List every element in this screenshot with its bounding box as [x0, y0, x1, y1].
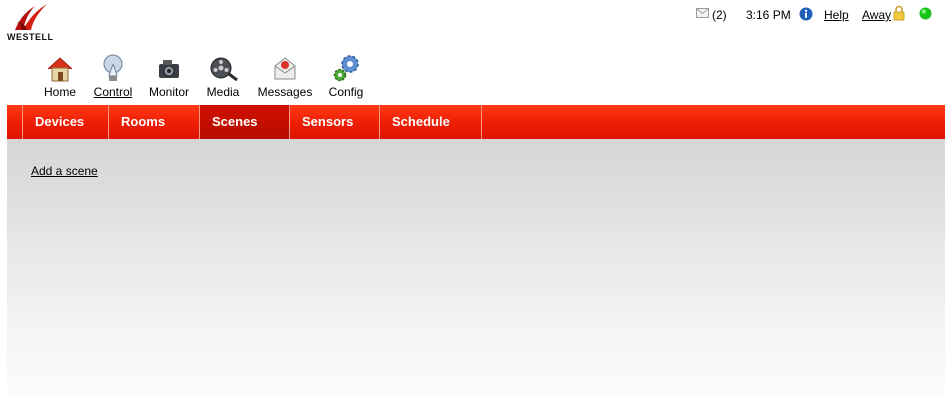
toolbar-monitor-label: Monitor — [148, 85, 189, 99]
lightbulb-icon — [103, 54, 123, 81]
tab-schedule-label: Schedule — [392, 114, 450, 129]
message-count[interactable]: (2) — [712, 8, 727, 22]
film-reel-icon — [210, 57, 238, 82]
online-status-icon — [919, 7, 932, 20]
tab-scenes-label: Scenes — [212, 114, 258, 129]
away-mode-link[interactable]: Away — [862, 8, 891, 22]
tab-scenes[interactable]: Scenes — [200, 105, 290, 139]
toolbar-monitor[interactable]: Monitor — [144, 52, 194, 100]
main-toolbar: Home Control Monitor Media Messages Conf… — [0, 52, 400, 100]
tab-sensors[interactable]: Sensors — [290, 105, 380, 139]
lock-icon[interactable] — [893, 5, 905, 21]
toolbar-home-label: Home — [43, 85, 76, 99]
status-bar: (2) 3:16 PM Help Away — [0, 5, 945, 25]
add-scene-link[interactable]: Add a scene — [31, 164, 98, 178]
tab-rooms-label: Rooms — [121, 114, 166, 129]
toolbar-messages[interactable]: Messages — [253, 52, 317, 100]
toolbar-config[interactable]: Config — [324, 52, 368, 100]
clock: 3:16 PM — [746, 8, 791, 22]
envelope-icon — [274, 57, 296, 80]
help-link[interactable]: Help — [824, 8, 849, 22]
toolbar-media-label: Media — [206, 85, 240, 99]
home-icon — [47, 57, 73, 82]
nav-divider — [7, 105, 23, 139]
tab-schedule[interactable]: Schedule — [380, 105, 482, 139]
scenes-panel: Add a scene — [7, 139, 945, 395]
mail-icon[interactable] — [696, 8, 709, 18]
tab-rooms[interactable]: Rooms — [109, 105, 200, 139]
toolbar-media[interactable]: Media — [201, 52, 245, 100]
toolbar-control-label: Control — [93, 85, 133, 99]
section-nav: Devices Rooms Scenes Sensors Schedule — [7, 105, 945, 139]
camera-icon — [159, 60, 179, 78]
toolbar-home[interactable]: Home — [38, 52, 82, 100]
tab-devices[interactable]: Devices — [23, 105, 109, 139]
tab-sensors-label: Sensors — [302, 114, 354, 129]
info-icon[interactable] — [799, 7, 813, 21]
tab-devices-label: Devices — [35, 114, 85, 129]
gears-icon — [333, 55, 359, 82]
logo-text: WESTELL — [7, 32, 54, 42]
toolbar-messages-label: Messages — [257, 85, 313, 99]
toolbar-config-label: Config — [328, 85, 364, 99]
toolbar-control[interactable]: Control — [90, 52, 136, 100]
